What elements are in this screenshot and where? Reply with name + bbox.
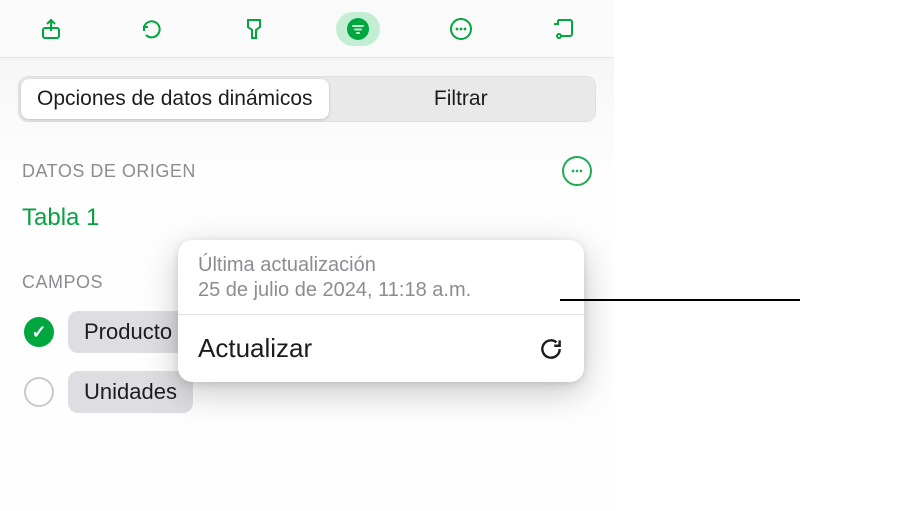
toolbar [0, 0, 614, 58]
format-brush-icon[interactable] [234, 9, 274, 49]
field-chip[interactable]: Unidades [68, 371, 193, 413]
tab-pivot-options[interactable]: Opciones de datos dinámicos [21, 79, 329, 119]
refresh-label: Actualizar [198, 333, 312, 364]
tab-filter[interactable]: Filtrar [329, 79, 594, 119]
popover-timestamp: 25 de julio de 2024, 11:18 a.m. [198, 279, 564, 302]
field-checkbox-producto[interactable] [24, 317, 54, 347]
popover-title: Última actualización [198, 254, 564, 277]
organize-panel: Opciones de datos dinámicos Filtrar DATO… [0, 58, 614, 511]
refresh-button[interactable]: Actualizar [178, 315, 584, 382]
refresh-icon [538, 336, 564, 362]
refresh-popover: Última actualización 25 de julio de 2024… [178, 240, 584, 382]
undo-icon[interactable] [132, 9, 172, 49]
source-table-name[interactable]: Tabla 1 [18, 204, 596, 232]
callout-line [560, 299, 800, 301]
source-options-button[interactable] [562, 156, 592, 186]
app-panel: Opciones de datos dinámicos Filtrar DATO… [0, 0, 614, 511]
segmented-control: Opciones de datos dinámicos Filtrar [18, 76, 596, 122]
field-chip[interactable]: Producto [68, 311, 188, 353]
share-icon[interactable] [31, 9, 71, 49]
pivot-activity-icon[interactable] [543, 9, 583, 49]
field-checkbox-unidades[interactable] [24, 377, 54, 407]
more-icon[interactable] [441, 9, 481, 49]
organize-icon[interactable] [336, 12, 380, 46]
source-section-title: DATOS DE ORIGEN [22, 161, 196, 182]
